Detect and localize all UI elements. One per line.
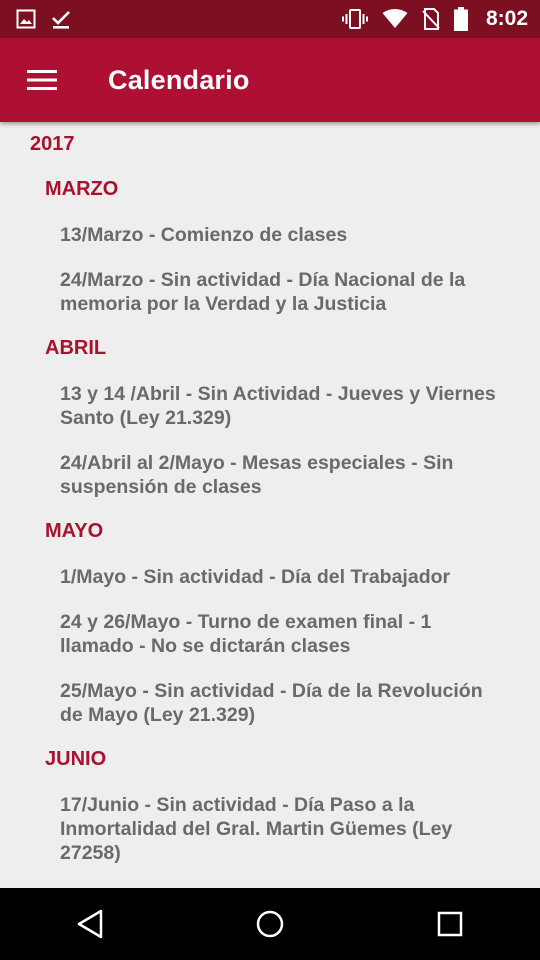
app-bar: Calendario <box>0 38 540 122</box>
month-heading-junio: JUNIO <box>45 748 107 770</box>
hamburger-menu-icon <box>27 70 57 90</box>
year-heading: 2017 <box>30 133 75 155</box>
wifi-icon <box>382 9 408 28</box>
menu-button[interactable] <box>21 59 63 101</box>
home-icon <box>256 910 284 938</box>
recents-icon <box>437 911 463 937</box>
home-button[interactable] <box>240 894 300 954</box>
back-button[interactable] <box>60 894 120 954</box>
no-sim-icon <box>422 8 440 30</box>
event-item: 24/Abril al 2/Mayo - Mesas especiales - … <box>60 452 454 498</box>
event-item: 13 y 14 /Abril - Sin Actividad - Jueves … <box>60 383 496 429</box>
status-right-icons: 8:02 <box>341 7 528 31</box>
vibrate-icon <box>341 9 368 29</box>
status-bar: 8:02 <box>0 0 540 38</box>
event-item: 24 y 26/Mayo - Turno de examen final - 1… <box>60 611 432 657</box>
month-heading-mayo: MAYO <box>45 520 104 542</box>
download-done-icon <box>52 11 70 29</box>
image-icon <box>16 9 36 29</box>
event-item: 24/Marzo - Sin actividad - Día Nacional … <box>60 269 466 315</box>
system-nav-bar <box>0 888 540 960</box>
month-heading-abril: ABRIL <box>45 337 107 359</box>
event-item: 13/Marzo - Comienzo de clases <box>60 224 348 246</box>
event-item: 17/Junio - Sin actividad - Día Paso a la… <box>60 794 453 864</box>
status-left-icons <box>16 8 72 30</box>
recents-button[interactable] <box>420 894 480 954</box>
calendar-list[interactable]: 2017 MARZO 13/Marzo - Comienzo de clases… <box>0 122 540 888</box>
battery-icon <box>453 7 468 31</box>
event-item: 25/Mayo - Sin actividad - Día de la Revo… <box>60 680 483 726</box>
back-icon <box>77 909 103 939</box>
clock: 8:02 <box>485 7 528 30</box>
page-title: Calendario <box>108 64 250 95</box>
event-item: 1/Mayo - Sin actividad - Día del Trabaja… <box>60 566 451 588</box>
month-heading-marzo: MARZO <box>45 178 119 200</box>
